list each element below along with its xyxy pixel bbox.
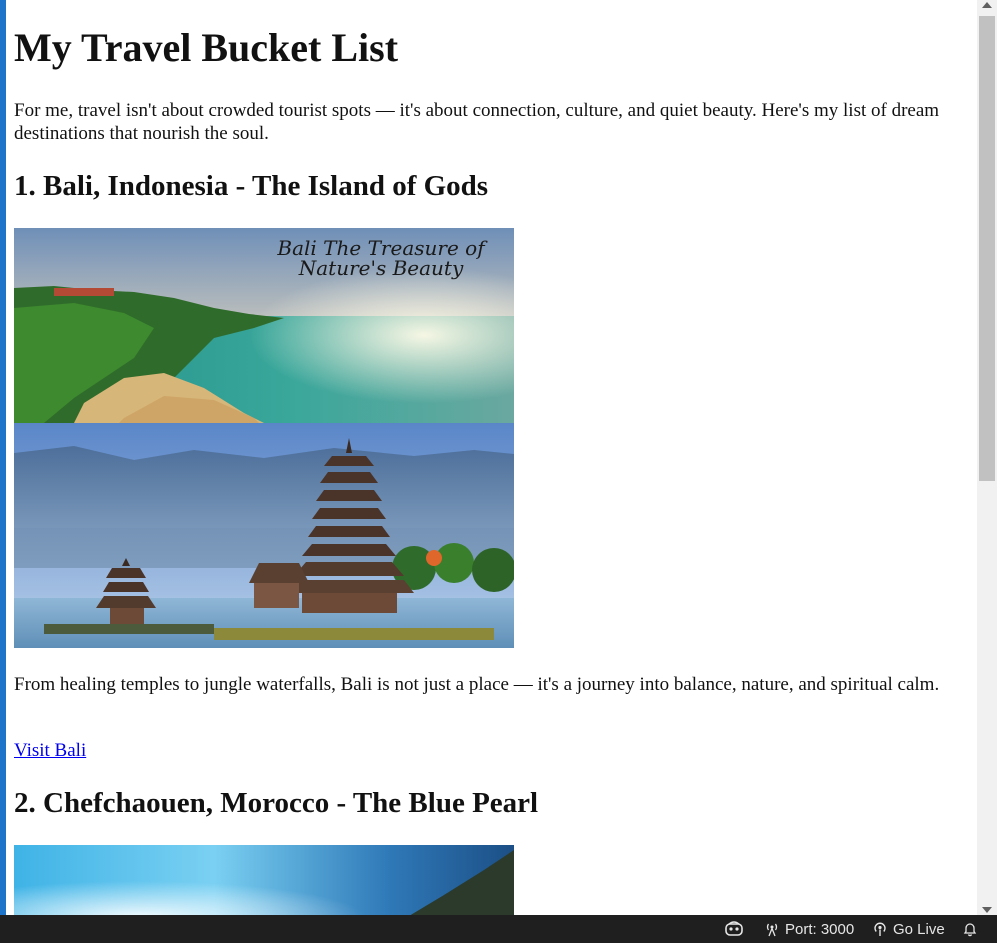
browser-preview: My Travel Bucket List For me, travel isn… [6,0,977,915]
bali-description: From healing temples to jungle waterfall… [14,674,940,695]
port-label: Port: 3000 [785,920,855,938]
go-live-button[interactable]: Go Live [872,915,945,943]
broadcast-icon [766,923,778,937]
copilot-icon [725,921,743,936]
vertical-scrollbar[interactable] [977,0,997,915]
destination-heading-bali: 1. Bali, Indonesia - The Island of Gods [14,170,489,202]
bell-icon [963,923,977,937]
visit-bali-link[interactable]: Visit Bali [14,739,86,762]
chefchaouen-photo [14,845,514,915]
scroll-up-arrow-icon[interactable] [982,2,992,8]
status-bar: Port: 3000 Go Live [0,915,997,943]
chefchaouen-image [14,845,514,915]
intro-paragraph: For me, travel isn't about crowded touri… [14,100,940,144]
bali-photo [14,228,514,648]
scroll-down-arrow-icon[interactable] [982,907,992,913]
page-title: My Travel Bucket List [14,25,399,70]
scrollbar-thumb[interactable] [979,16,995,481]
notifications-button[interactable] [962,915,978,943]
port-status[interactable]: Port: 3000 [764,915,854,943]
go-live-icon [874,922,886,936]
destination-heading-chefchaouen: 2. Chefchaouen, Morocco - The Blue Pearl [14,787,539,819]
bali-image: Bali The Treasure of Nature's Beauty [14,228,514,648]
go-live-label: Go Live [893,920,945,938]
bali-image-caption: Bali The Treasure of Nature's Beauty [277,236,485,280]
copilot-status[interactable] [724,915,744,943]
